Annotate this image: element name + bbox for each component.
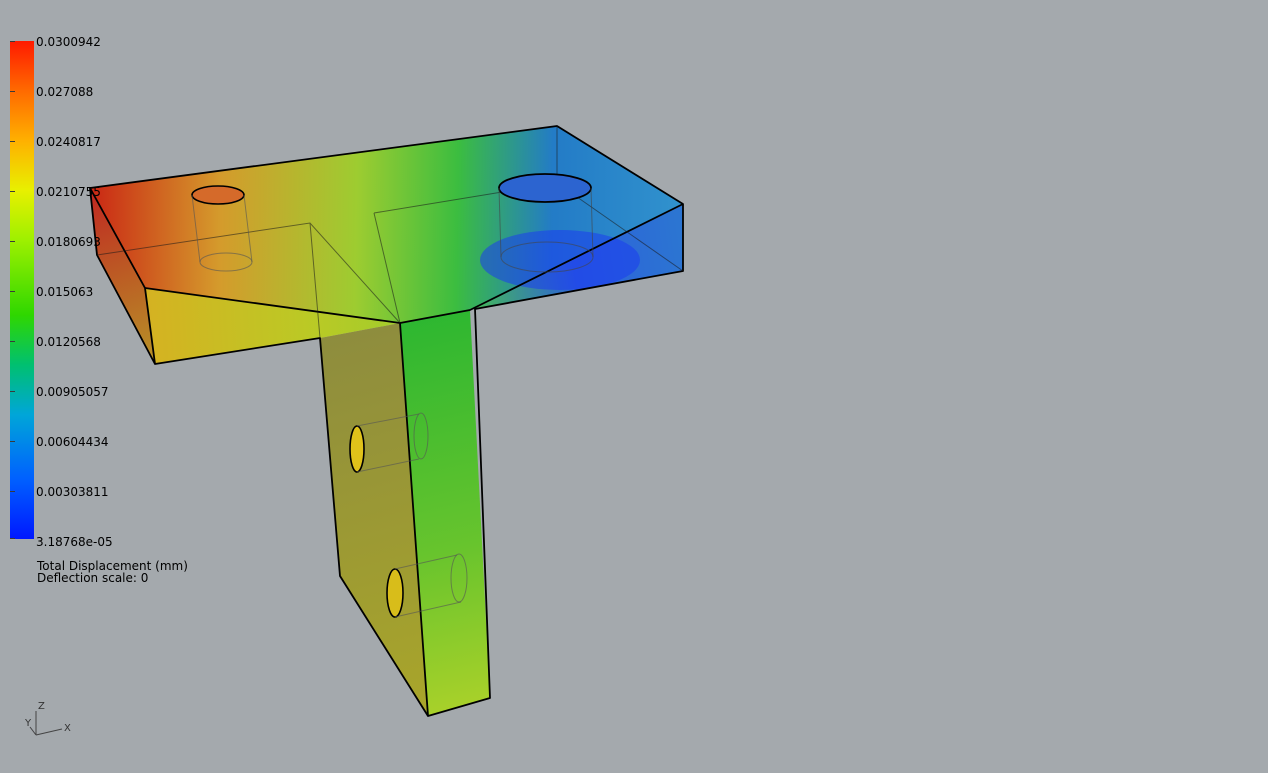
- legend-tick: [10, 291, 15, 292]
- legend-tick: [10, 391, 15, 392]
- legend-tick: [10, 441, 15, 442]
- legend-tick: [10, 141, 15, 142]
- legend-value: 0.00604434: [36, 435, 109, 449]
- legend-tick: [10, 191, 15, 192]
- deflection-scale-label: Deflection scale: 0: [37, 571, 149, 585]
- legend-value: 0.0120568: [36, 335, 101, 349]
- axis-triad: [29, 711, 63, 736]
- 3d-viewport[interactable]: [0, 0, 1268, 773]
- legend-value: 0.00905057: [36, 385, 109, 399]
- legend-value: 0.0180693: [36, 235, 101, 249]
- min-displacement-region: [480, 230, 640, 290]
- legend-tick: [10, 491, 15, 492]
- legend-value: 0.00303811: [36, 485, 109, 499]
- legend-value-min: 3.18768e-05: [36, 535, 113, 549]
- axis-y-label: Y: [25, 718, 32, 729]
- legend-tick: [10, 41, 15, 42]
- legend-tick: [10, 341, 15, 342]
- legend-tick: [10, 91, 15, 92]
- legend-tick: [10, 538, 15, 539]
- legend-value: 0.0210755: [36, 185, 101, 199]
- axis-x-label: X: [64, 723, 71, 734]
- legend-value: 0.015063: [36, 285, 94, 299]
- axis-z-label: Z: [38, 701, 45, 712]
- legend-value: 0.0240817: [36, 135, 101, 149]
- bracket-model[interactable]: [89, 125, 684, 717]
- legend-tick: [10, 241, 15, 242]
- legend-value: 0.027088: [36, 85, 94, 99]
- legend-value-max: 0.0300942: [36, 35, 101, 49]
- color-scale-bar: [10, 41, 34, 539]
